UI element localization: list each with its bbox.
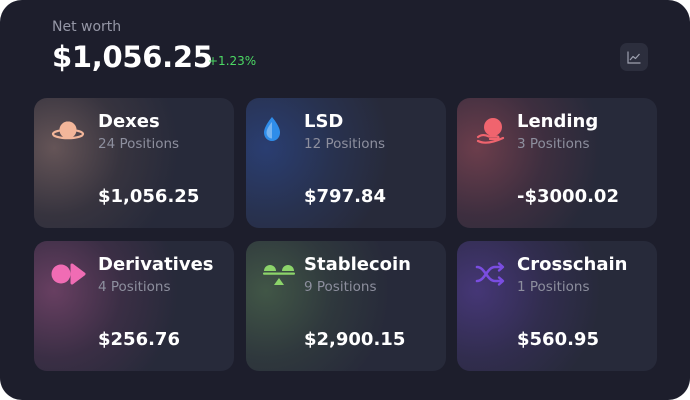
category-card-lsd[interactable]: LSD 12 Positions $797.84 xyxy=(246,98,446,228)
card-positions: 4 Positions xyxy=(98,279,171,295)
card-amount: $797.84 xyxy=(304,186,386,207)
category-card-lending[interactable]: Lending 3 Positions -$3000.02 xyxy=(457,98,657,228)
card-amount: $1,056.25 xyxy=(98,186,200,207)
card-title: Crosschain xyxy=(517,254,628,275)
card-title: Derivatives xyxy=(98,254,214,275)
card-title: Stablecoin xyxy=(304,254,411,275)
derivatives-icon xyxy=(51,263,86,285)
category-card-derivatives[interactable]: Derivatives 4 Positions $256.76 xyxy=(34,241,234,371)
card-title: Lending xyxy=(517,111,599,132)
card-amount: -$3000.02 xyxy=(517,186,619,207)
category-card-dexes[interactable]: Dexes 24 Positions $1,056.25 xyxy=(34,98,234,228)
card-amount: $560.95 xyxy=(517,329,599,350)
net-worth-label: Net worth xyxy=(52,19,122,35)
coin-hand-icon xyxy=(476,118,505,144)
chart-button[interactable] xyxy=(620,43,648,71)
crosschain-arrows-icon xyxy=(475,262,505,286)
card-title: Dexes xyxy=(98,111,160,132)
card-amount: $256.76 xyxy=(98,329,180,350)
card-positions: 1 Positions xyxy=(517,279,590,295)
card-positions: 3 Positions xyxy=(517,136,590,152)
water-drop-icon xyxy=(264,117,280,141)
net-worth-change: +1.23% xyxy=(208,54,257,68)
card-amount: $2,900.15 xyxy=(304,329,406,350)
dex-orb-icon xyxy=(51,121,85,140)
card-positions: 24 Positions xyxy=(98,136,180,152)
category-card-crosschain[interactable]: Crosschain 1 Positions $560.95 xyxy=(457,241,657,371)
card-positions: 9 Positions xyxy=(304,279,377,295)
net-worth-value: $1,056.25 xyxy=(52,40,213,74)
stablecoin-scale-icon xyxy=(263,265,295,285)
line-chart-icon xyxy=(627,51,641,64)
card-title: LSD xyxy=(304,111,344,132)
category-card-stablecoin[interactable]: Stablecoin 9 Positions $2,900.15 xyxy=(246,241,446,371)
net-worth-panel: Net worth $1,056.25 +1.23% Dexes 24 Posi… xyxy=(0,0,690,400)
card-positions: 12 Positions xyxy=(304,136,386,152)
